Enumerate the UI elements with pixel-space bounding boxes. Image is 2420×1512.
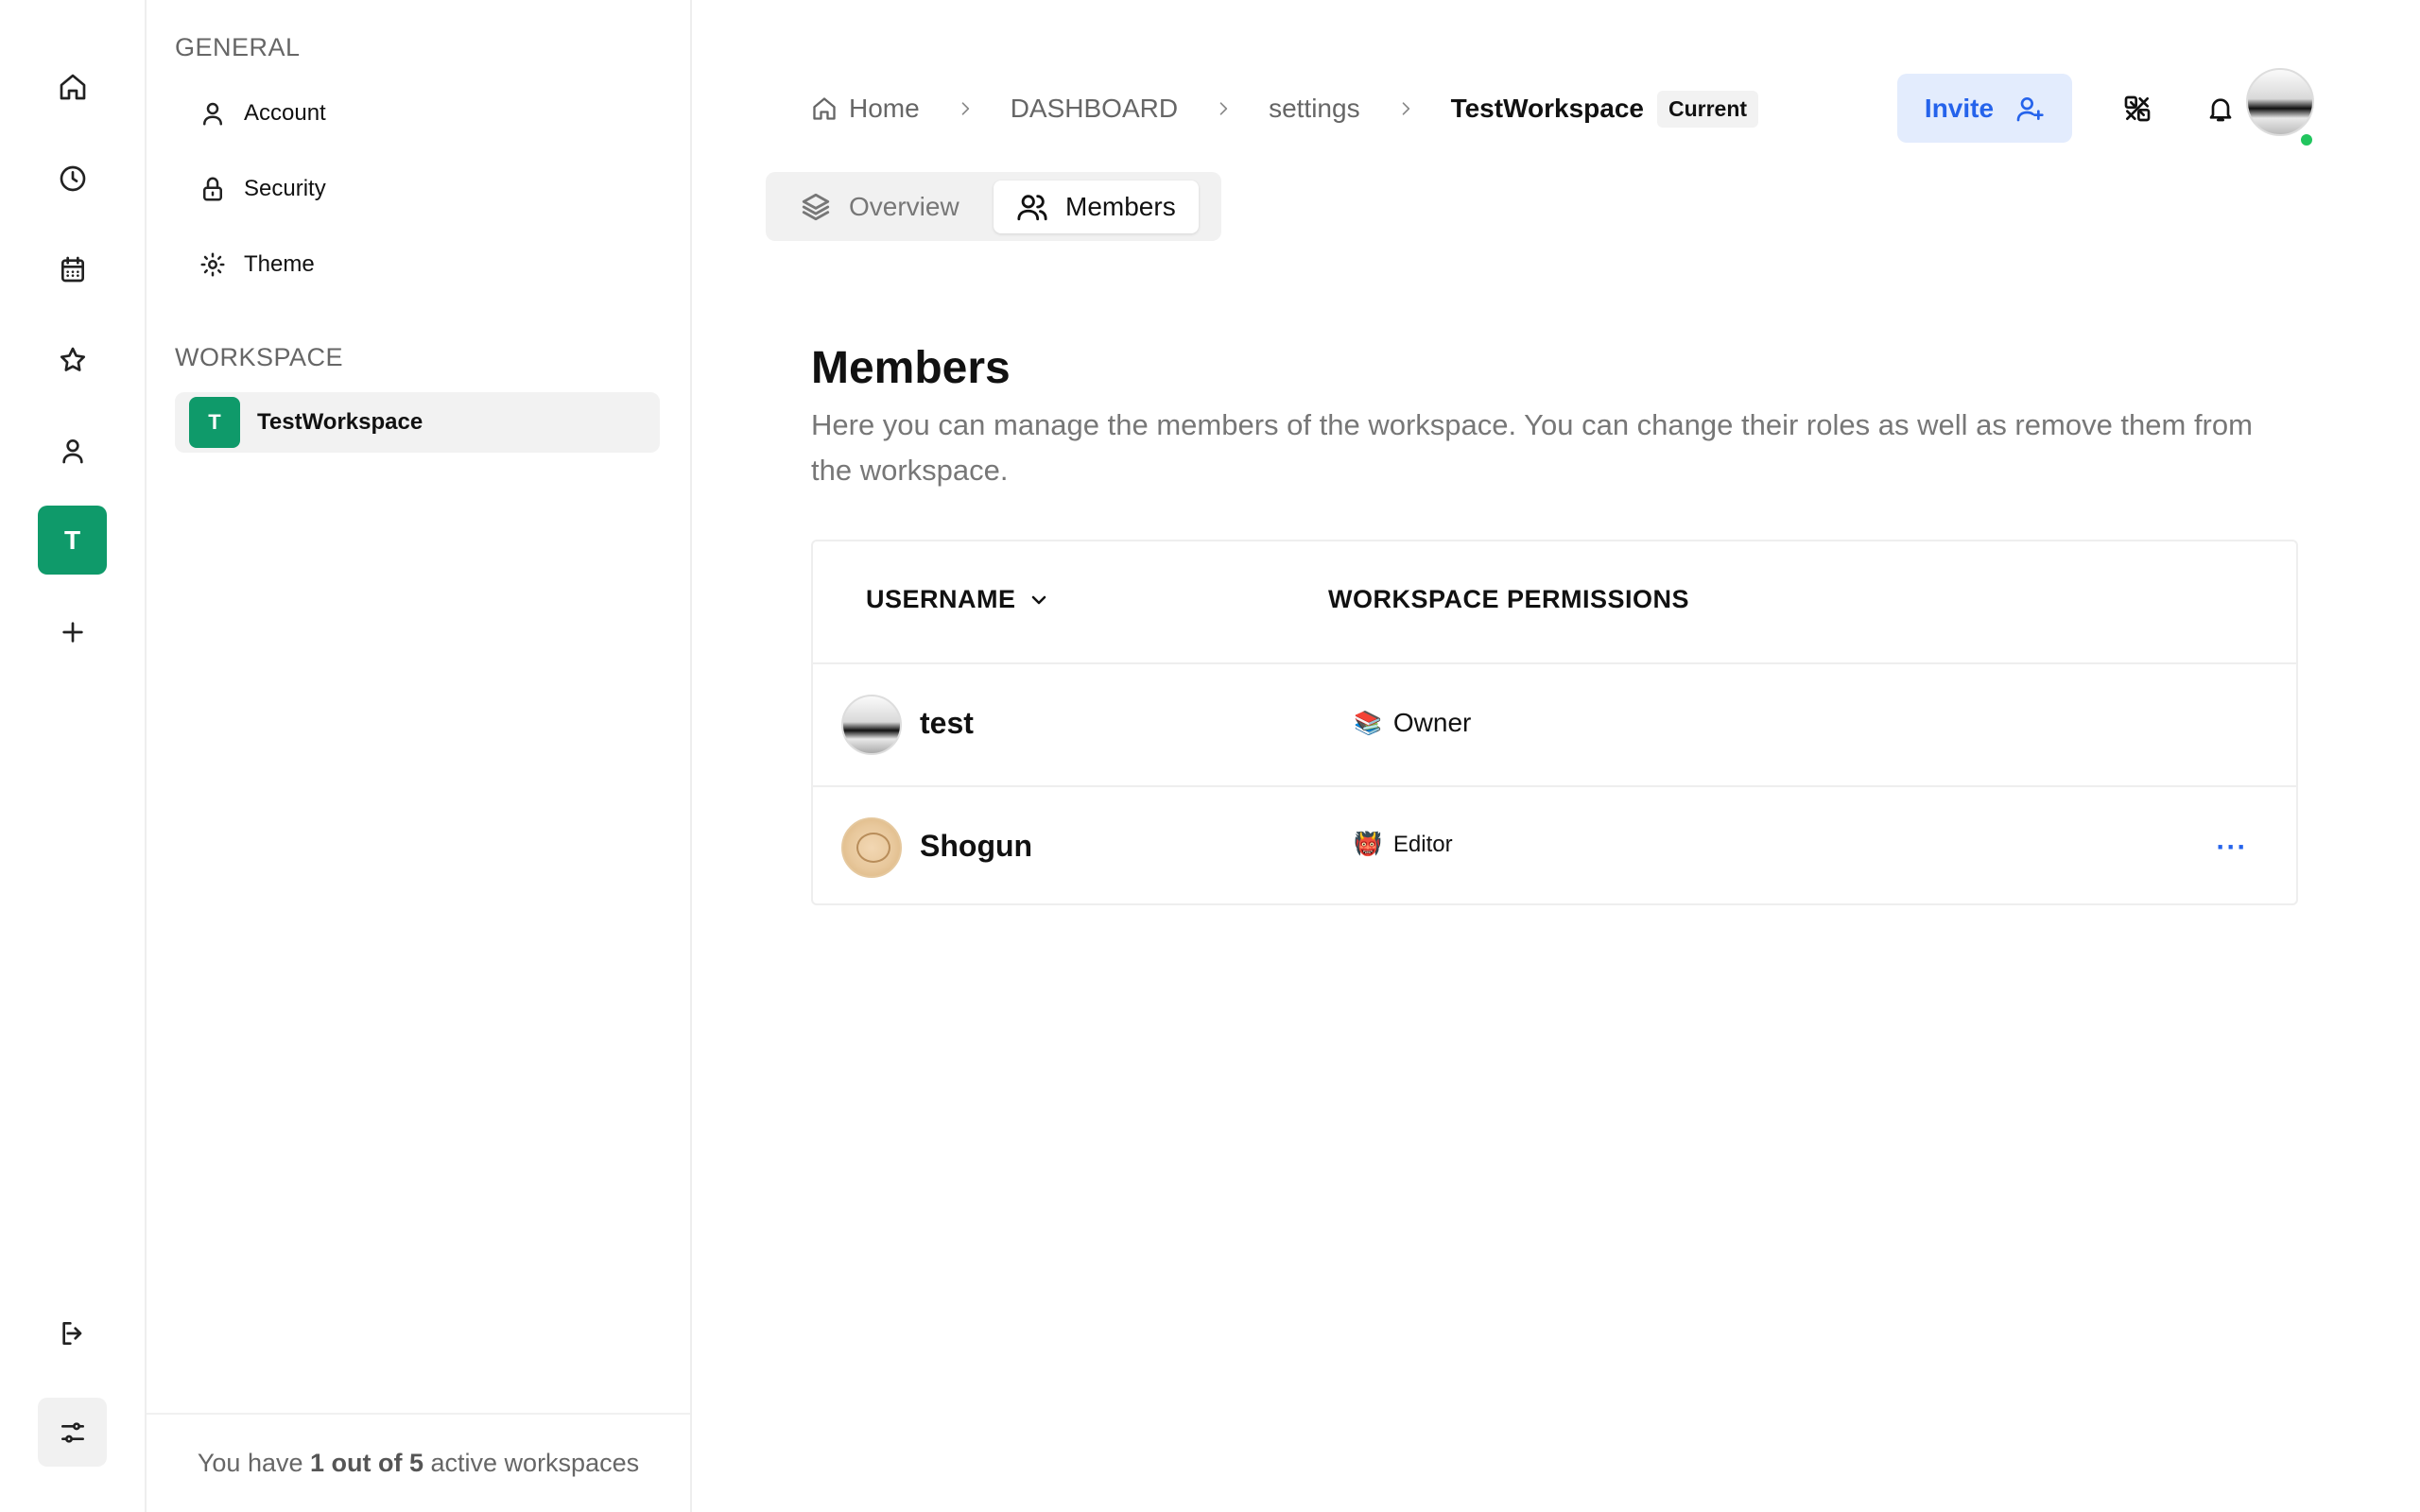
online-status-dot [2298,131,2315,148]
sidebar-item-label: Security [244,176,326,201]
plus-icon[interactable] [38,597,107,666]
chevron-right-icon [961,102,969,115]
role-label: Owner [1392,708,1472,737]
tab-bar: Overview Members [766,172,1221,241]
invite-button[interactable]: Invite [1897,74,2072,143]
general-heading: GENERAL [175,33,301,61]
member-role[interactable]: 👹 Editor [1354,831,1453,858]
home-icon[interactable] [38,52,107,121]
table-row: test 📚 Owner [813,664,2296,785]
page-description: Here you can manage the members of the w… [811,408,2253,487]
user-avatar[interactable] [2246,68,2314,136]
user-icon[interactable] [38,416,107,485]
chevron-right-icon [1219,102,1228,115]
member-username: Shogun [920,829,1033,863]
logout-icon[interactable] [38,1298,107,1367]
chevron-down-icon [1031,595,1046,604]
page-title: Members [811,343,1011,393]
column-label: WORKSPACE PERMISSIONS [1328,585,1690,613]
invite-label: Invite [1924,93,1995,123]
users-icon [1017,195,1047,221]
workspace-switcher-button[interactable]: T [38,506,107,575]
workspace-count-footer: You have 1 out of 5 active workspaces [147,1413,690,1512]
sidebar-item-account[interactable]: Account [175,83,660,144]
settings-sidebar: GENERAL Account Security Theme WORKSPACE… [147,0,692,1512]
layers-icon [802,193,830,221]
footer-count: 1 out of 5 [310,1449,424,1477]
username-column-header[interactable]: USERNAME [866,585,1050,614]
row-actions-menu-button[interactable]: ··· [2213,829,2251,867]
star-icon[interactable] [38,325,107,394]
user-icon [203,102,222,126]
clock-icon[interactable] [38,144,107,213]
workspace-badge: T [189,397,240,448]
sidebar-item-theme[interactable]: Theme [175,234,660,295]
sun-icon [200,252,225,277]
breadcrumb-current: TestWorkspace [1450,94,1644,123]
tab-label: Overview [849,192,959,221]
member-username: test [920,706,974,740]
member-avatar [841,817,902,878]
tab-members[interactable]: Members [994,180,1199,233]
icon-rail: T [0,0,147,1512]
sidebar-item-label: Theme [244,251,315,277]
home-icon [813,97,836,120]
sidebar-item-label: Account [244,100,326,126]
bell-icon[interactable] [2197,85,2244,132]
member-avatar [841,695,902,755]
breadcrumb-home[interactable]: Home [849,94,920,124]
role-label: Editor [1392,831,1453,857]
tab-overview[interactable]: Overview [777,180,982,233]
column-label: USERNAME [866,585,1016,613]
role-emoji: 📚 [1354,710,1382,736]
current-badge: Current [1656,90,1759,128]
member-role: 📚 Owner [1354,708,1471,738]
sidebar-item-security[interactable]: Security [175,159,660,219]
role-emoji: 👹 [1354,832,1382,857]
workspace-initial: T [63,524,81,555]
breadcrumb-settings[interactable]: settings [1269,94,1360,124]
permissions-column-header: WORKSPACE PERMISSIONS [1328,585,1689,614]
table-header: USERNAME WORKSPACE PERMISSIONS [813,541,2296,664]
chevron-right-icon [1402,102,1409,115]
footer-prefix: You have [197,1449,311,1477]
sliders-icon[interactable] [38,1398,107,1467]
footer-suffix: active workspaces [424,1449,640,1477]
user-plus-icon [2016,96,2044,121]
tools-icon[interactable] [2114,85,2161,132]
breadcrumb-dashboard[interactable]: DASHBOARD [1011,94,1178,124]
workspace-heading: WORKSPACE [175,343,344,371]
lock-icon [203,177,222,201]
sidebar-item-label: TestWorkspace [257,409,424,435]
table-row: Shogun 👹 Editor ··· [813,785,2296,906]
breadcrumb: Home DASHBOARD settings TestWorkspace Cu… [811,88,1759,129]
tab-label: Members [1065,192,1176,221]
calendar-icon[interactable] [38,234,107,303]
sidebar-item-testworkspace[interactable]: T TestWorkspace [175,392,660,453]
members-table: USERNAME WORKSPACE PERMISSIONS test 📚 Ow… [811,540,2298,905]
